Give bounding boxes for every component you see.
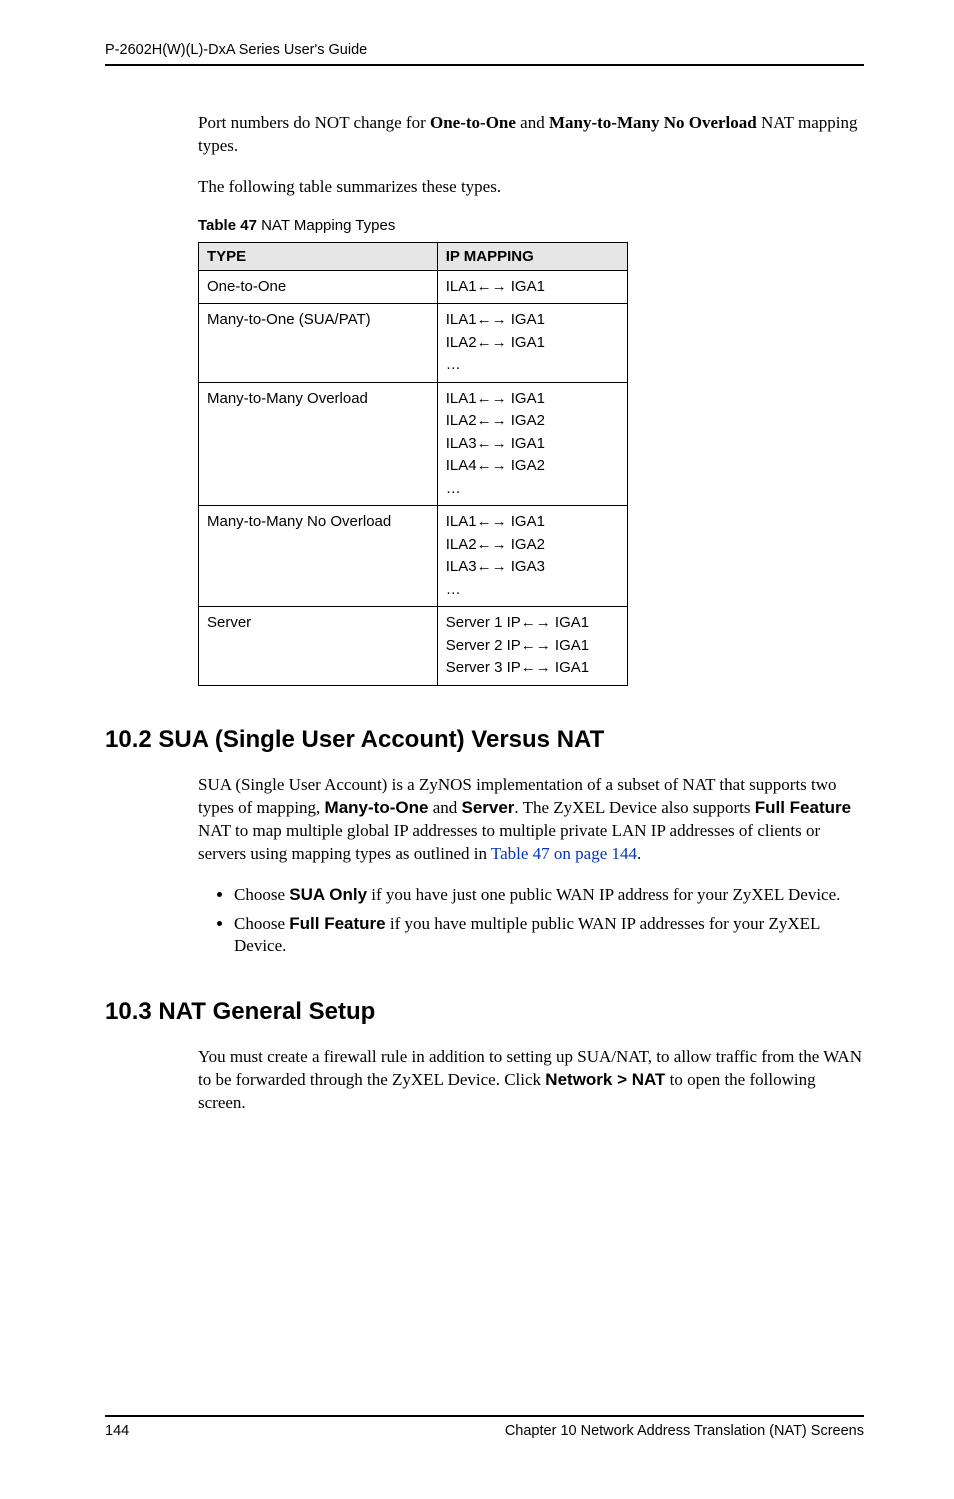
page-number: 144 — [105, 1423, 129, 1439]
text-bold: Many-to-Many No Overload — [549, 113, 757, 132]
bullet-list: Choose SUA Only if you have just one pub… — [216, 884, 864, 959]
table-caption: Table 47 NAT Mapping Types — [198, 217, 864, 234]
text: if you have just one public WAN IP addre… — [367, 885, 840, 904]
cell-mapping: ILA1←→ IGA1 — [437, 270, 627, 304]
cell-mapping: Server 1 IP←→ IGA1Server 2 IP←→ IGA1Serv… — [437, 607, 627, 686]
cell-type: Many-to-Many Overload — [199, 382, 438, 506]
running-header: P-2602H(W)(L)-DxA Series User's Guide — [105, 42, 864, 66]
sua-para: SUA (Single User Account) is a ZyNOS imp… — [198, 774, 864, 866]
cell-type: Many-to-One (SUA/PAT) — [199, 304, 438, 383]
text: and — [516, 113, 549, 132]
caption-number: Table 47 — [198, 217, 257, 234]
caption-title: NAT Mapping Types — [257, 217, 395, 234]
list-item: Choose Full Feature if you have multiple… — [234, 913, 864, 959]
page-footer: 144 Chapter 10 Network Address Translati… — [105, 1415, 864, 1439]
table-row: Many-to-Many No Overload ILA1←→ IGA1ILA2… — [199, 506, 628, 607]
table-row: Many-to-One (SUA/PAT) ILA1←→ IGA1ILA2←→ … — [199, 304, 628, 383]
table-row: One-to-One ILA1←→ IGA1 — [199, 270, 628, 304]
text-bold: SUA Only — [289, 885, 367, 904]
header-title: P-2602H(W)(L)-DxA Series User's Guide — [105, 42, 367, 58]
section-heading-10-2: 10.2 SUA (Single User Account) Versus NA… — [105, 726, 864, 754]
section-10-3-body: You must create a firewall rule in addit… — [198, 1046, 864, 1115]
cross-ref-link[interactable]: Table 47 on page 144 — [491, 844, 637, 863]
nat-setup-para: You must create a firewall rule in addit… — [198, 1046, 864, 1115]
text-bold: Many-to-One — [325, 798, 429, 817]
intro-para-2: The following table summarizes these typ… — [198, 176, 864, 199]
text-bold: Server — [461, 798, 514, 817]
text-bold: One-to-One — [430, 113, 516, 132]
text: Port numbers do NOT change for — [198, 113, 430, 132]
text: . — [637, 844, 641, 863]
chapter-label: Chapter 10 Network Address Translation (… — [505, 1423, 864, 1439]
text-bold: Network > NAT — [545, 1070, 665, 1089]
cell-type: Many-to-Many No Overload — [199, 506, 438, 607]
text: . The ZyXEL Device also supports — [514, 798, 754, 817]
text-bold: Full Feature — [755, 798, 851, 817]
nat-mapping-table: TYPE IP MAPPING One-to-One ILA1←→ IGA1 M… — [198, 242, 628, 686]
cell-mapping: ILA1←→ IGA1ILA2←→ IGA1… — [437, 304, 627, 383]
section-heading-10-3: 10.3 NAT General Setup — [105, 998, 864, 1026]
cell-type: Server — [199, 607, 438, 686]
text: and — [428, 798, 461, 817]
table-row: Server Server 1 IP←→ IGA1Server 2 IP←→ I… — [199, 607, 628, 686]
list-item: Choose SUA Only if you have just one pub… — [234, 884, 864, 907]
cell-mapping: ILA1←→ IGA1ILA2←→ IGA2ILA3←→ IGA3… — [437, 506, 627, 607]
section-10-2-body: SUA (Single User Account) is a ZyNOS imp… — [198, 774, 864, 959]
cell-type: One-to-One — [199, 270, 438, 304]
intro-para-1: Port numbers do NOT change for One-to-On… — [198, 112, 864, 158]
text: Choose — [234, 885, 289, 904]
body-content: Port numbers do NOT change for One-to-On… — [198, 112, 864, 686]
page: P-2602H(W)(L)-DxA Series User's Guide Po… — [0, 0, 954, 1499]
col-header-type: TYPE — [199, 242, 438, 270]
text-bold: Full Feature — [289, 914, 385, 933]
cell-mapping: ILA1←→ IGA1ILA2←→ IGA2ILA3←→ IGA1ILA4←→ … — [437, 382, 627, 506]
table-row: Many-to-Many Overload ILA1←→ IGA1ILA2←→ … — [199, 382, 628, 506]
text: Choose — [234, 914, 289, 933]
col-header-mapping: IP MAPPING — [437, 242, 627, 270]
